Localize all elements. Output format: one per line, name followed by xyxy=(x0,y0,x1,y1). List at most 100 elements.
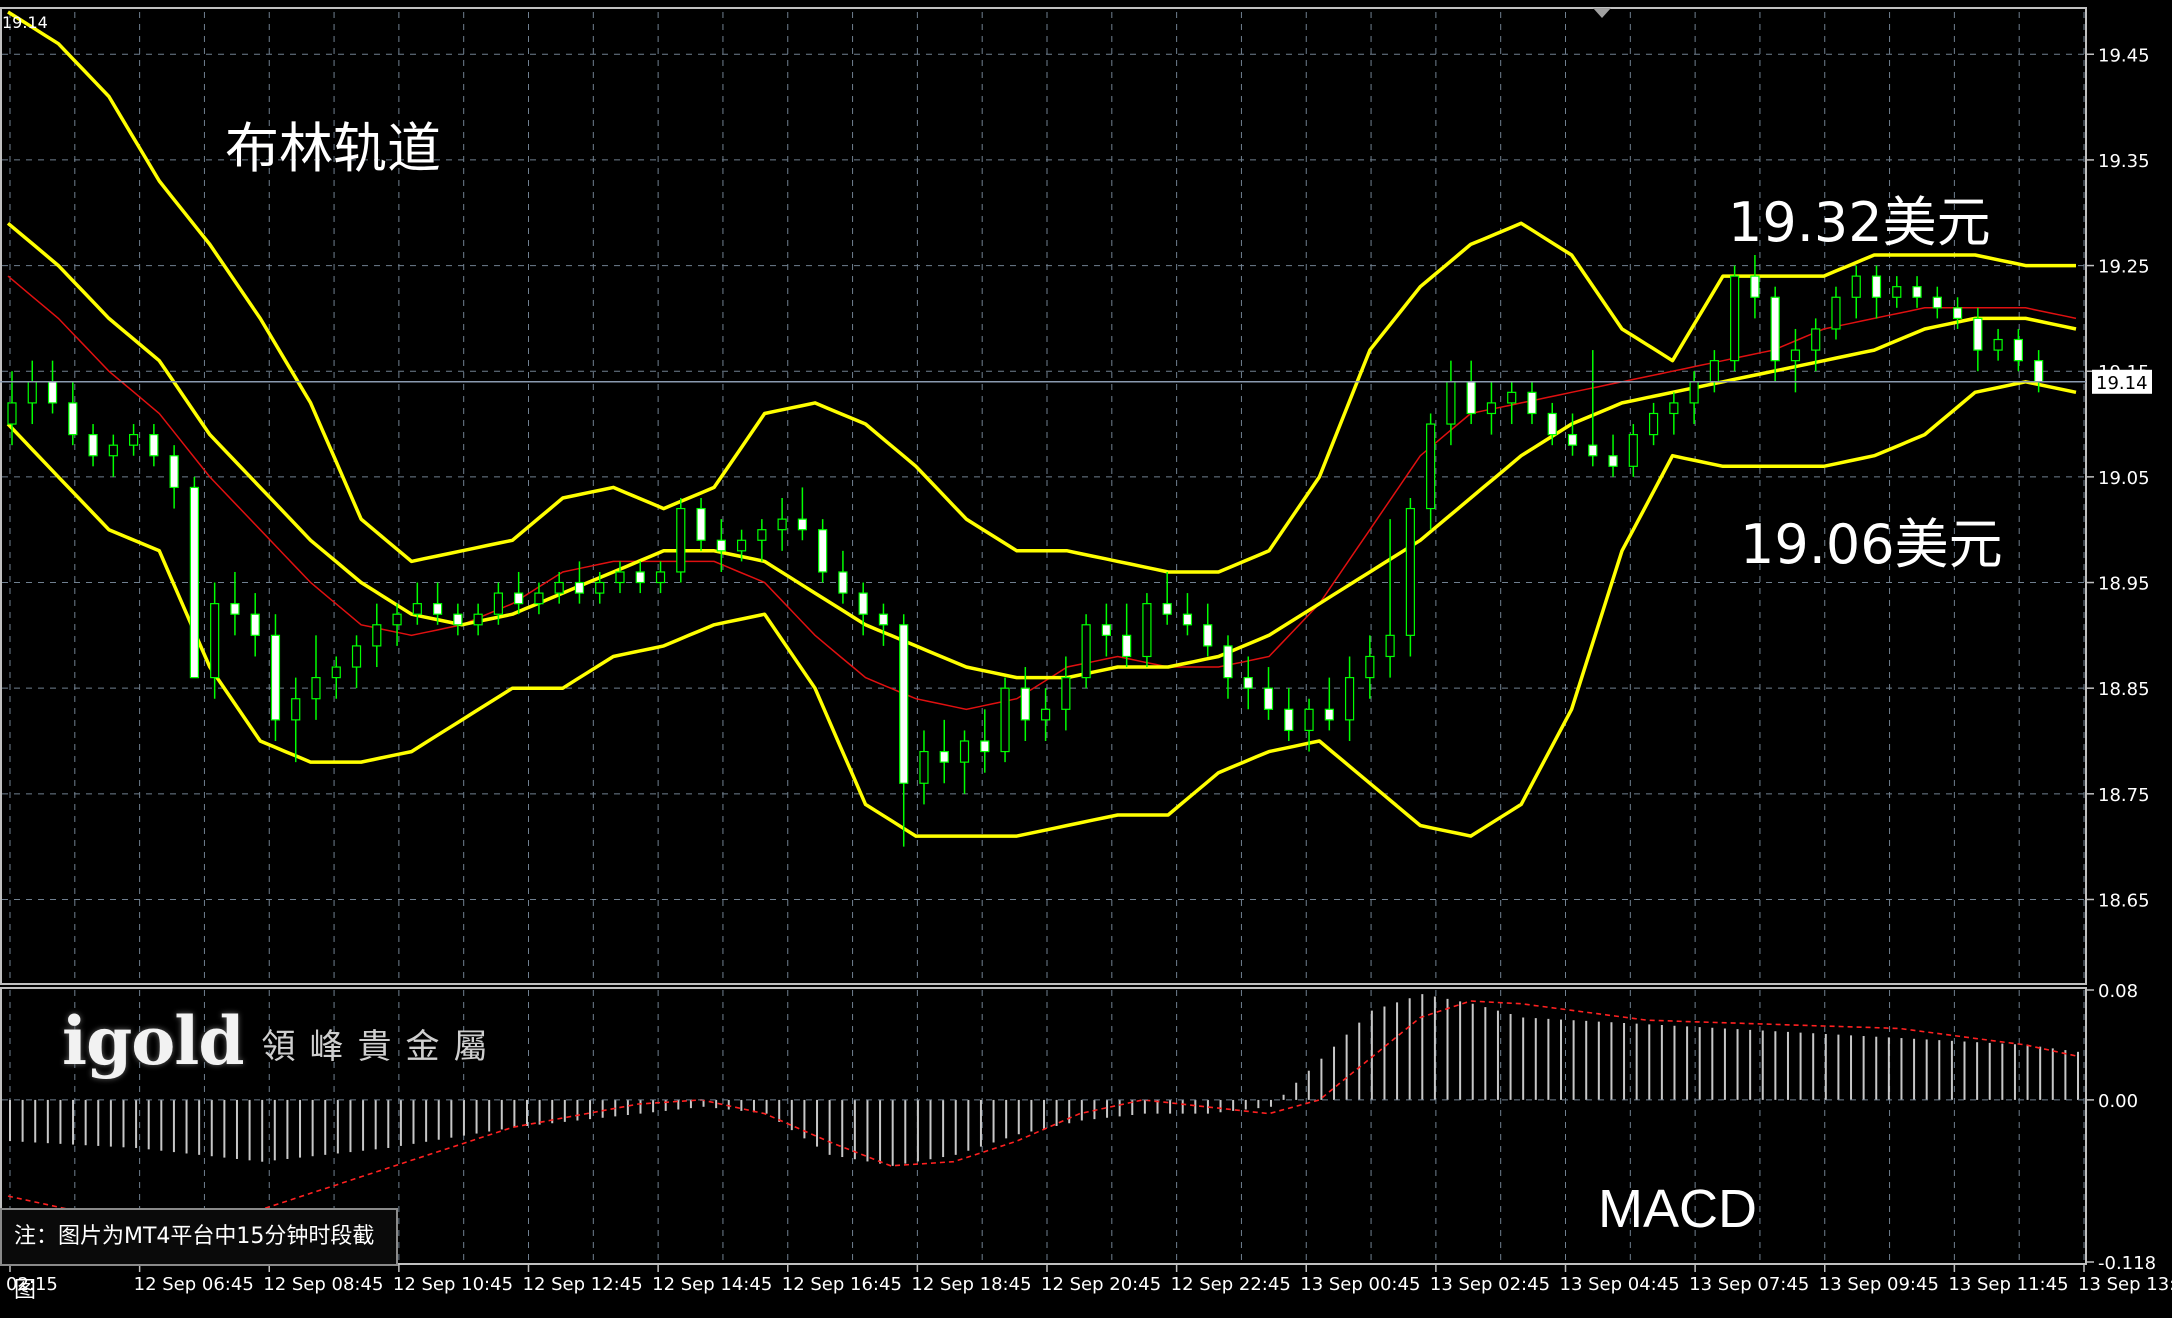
candle-body xyxy=(858,592,868,615)
candle-body xyxy=(1831,296,1841,330)
candle-body xyxy=(432,603,443,615)
candle-body xyxy=(108,444,118,457)
candle-body xyxy=(1101,624,1111,636)
candle-body xyxy=(1466,381,1476,415)
candle-body xyxy=(47,381,58,404)
candle-body xyxy=(1000,687,1010,753)
y-tick-label: 18.75 xyxy=(2098,785,2150,806)
candle-body xyxy=(1790,349,1801,362)
candle-body xyxy=(7,402,17,425)
candle-body xyxy=(1689,381,1699,404)
candle-body xyxy=(1020,687,1030,721)
candle-body xyxy=(736,539,747,552)
candle-body xyxy=(1648,412,1659,436)
candle-body xyxy=(1284,708,1294,732)
candle-body xyxy=(797,518,807,531)
candle-body xyxy=(554,581,564,594)
candle-body xyxy=(696,507,706,541)
y-tick-label: 18.95 xyxy=(2098,574,2150,595)
candle-body xyxy=(1203,624,1213,647)
candle-body xyxy=(1486,402,1497,415)
candle-body xyxy=(230,603,240,615)
x-tick-label: 12 Sep 12:45 xyxy=(523,1274,643,1295)
candle-body xyxy=(757,529,767,541)
candle-body xyxy=(838,571,848,594)
x-tick-label: 12 Sep 14:45 xyxy=(652,1274,772,1295)
candle-body xyxy=(351,645,362,668)
candle-body xyxy=(331,666,341,679)
x-tick-label: 13 Sep 13:45 xyxy=(2078,1274,2172,1295)
chart-title: 布林轨道 xyxy=(225,117,441,180)
candle-body xyxy=(1608,455,1618,467)
brand-logo: igold xyxy=(62,1002,244,1080)
candle-body xyxy=(473,613,483,626)
candle-body xyxy=(1122,634,1132,658)
candle-body xyxy=(655,571,666,584)
candle-body xyxy=(1912,286,1922,298)
candle-body xyxy=(1081,624,1091,679)
candle-body xyxy=(88,434,98,457)
x-tick-label: 13 Sep 00:45 xyxy=(1300,1274,1420,1295)
y-tick-label: 19.35 xyxy=(2098,151,2150,172)
candle-body xyxy=(514,592,524,605)
candle-body xyxy=(818,529,828,573)
brand-watermark: igold 領峰貴金屬 xyxy=(62,994,501,1074)
candle-body xyxy=(1385,634,1395,658)
candle-body xyxy=(959,740,970,763)
candle-body xyxy=(68,402,78,436)
upper-band-annotation: 19.32美元 xyxy=(1728,191,1991,254)
x-tick-label: 12 Sep 22:45 xyxy=(1171,1274,1291,1295)
candle-body xyxy=(493,592,503,615)
candle-body xyxy=(595,581,605,594)
x-tick-label: 12 Sep 18:45 xyxy=(911,1274,1031,1295)
candle-body xyxy=(1973,317,1983,351)
current-price-label: 19.14 xyxy=(2096,373,2148,394)
candle-body xyxy=(1588,444,1598,457)
top-price-label: 19.14 xyxy=(2,13,48,32)
footnote: 注：图片为MT4平台中15分钟时段截图 xyxy=(0,1208,398,1303)
x-tick-label: 12 Sep 10:45 xyxy=(393,1274,513,1295)
candle-body xyxy=(1223,645,1233,679)
candle-body xyxy=(1324,708,1334,721)
candle-body xyxy=(1567,434,1578,446)
y-tick-label: 19.05 xyxy=(2098,468,2150,489)
candle-body xyxy=(1142,603,1152,658)
candle-body xyxy=(128,434,139,446)
candle-body xyxy=(1507,391,1517,404)
candle-body xyxy=(1750,275,1760,298)
macd-title: MACD xyxy=(1598,1179,1757,1239)
candle-body xyxy=(777,518,787,531)
x-tick-label: 13 Sep 07:45 xyxy=(1689,1274,1809,1295)
candle-body xyxy=(1709,360,1719,383)
candle-body xyxy=(878,613,889,626)
candle-body xyxy=(1547,412,1557,436)
candle-body xyxy=(676,507,686,573)
candle-body xyxy=(210,603,220,679)
lower-band-annotation: 19.06美元 xyxy=(1740,513,2003,576)
candle-body xyxy=(615,571,625,584)
candle-body xyxy=(1851,275,1861,298)
candle-body xyxy=(250,613,260,636)
y-tick-label: 19.45 xyxy=(2098,45,2150,66)
brand-name: 領峰貴金屬 xyxy=(261,1027,502,1067)
candle-body xyxy=(716,539,726,552)
candle-body xyxy=(2013,338,2023,362)
x-tick-label: 13 Sep 11:45 xyxy=(1948,1274,2068,1295)
candle-body xyxy=(1770,296,1780,362)
candle-body xyxy=(392,613,402,626)
x-tick-label: 12 Sep 06:45 xyxy=(134,1274,254,1295)
candle-body xyxy=(412,603,422,615)
candle-body xyxy=(2034,360,2044,383)
candle-body xyxy=(980,740,990,753)
candle-body xyxy=(453,613,463,626)
candle-body xyxy=(1040,708,1051,721)
candle-body xyxy=(939,750,949,763)
candle-body xyxy=(189,486,199,679)
x-tick-label: 13 Sep 09:45 xyxy=(1819,1274,1939,1295)
candle-body xyxy=(311,677,321,700)
candle-body xyxy=(1527,391,1537,415)
candle-body xyxy=(372,624,382,647)
candle-body xyxy=(169,455,179,489)
x-tick-label: 13 Sep 02:45 xyxy=(1430,1274,1550,1295)
x-tick-label: 13 Sep 04:45 xyxy=(1560,1274,1680,1295)
